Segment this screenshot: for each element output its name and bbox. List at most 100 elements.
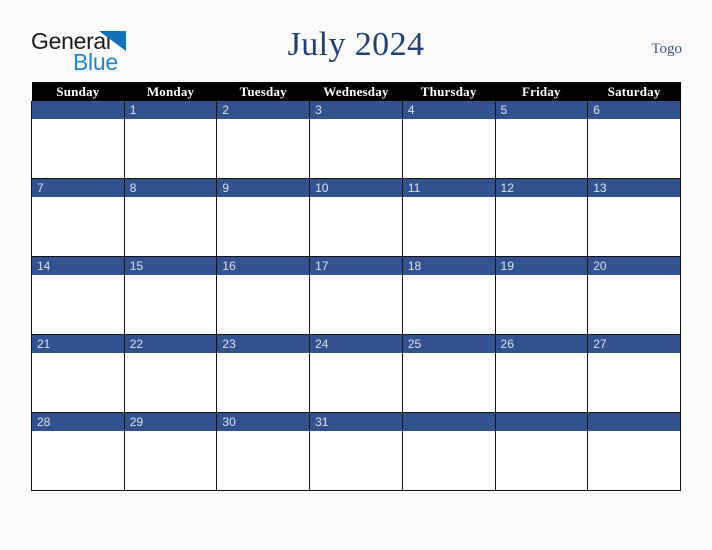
calendar-day-cell[interactable] (401, 412, 496, 491)
day-notes-area[interactable] (32, 275, 124, 334)
day-number: 9 (217, 179, 310, 197)
calendar-day-cell[interactable] (587, 412, 681, 491)
calendar-day-cell[interactable]: 28 (31, 412, 125, 491)
day-number: 6 (588, 101, 680, 119)
day-notes-area[interactable] (32, 353, 124, 412)
calendar-day-cell[interactable]: 7 (31, 178, 125, 257)
calendar-grid: Sunday Monday Tuesday Wednesday Thursday… (31, 82, 681, 491)
weekday-header-friday: Friday (495, 82, 588, 101)
day-number: 2 (217, 101, 310, 119)
day-notes-area[interactable] (402, 431, 495, 490)
day-notes-area[interactable] (32, 431, 124, 490)
calendar-day-cell[interactable]: 2 (216, 101, 311, 179)
calendar-day-cell[interactable]: 6 (587, 101, 681, 179)
day-notes-area[interactable] (217, 197, 310, 256)
day-notes-area[interactable] (495, 353, 588, 412)
day-notes-area[interactable] (217, 353, 310, 412)
day-number: 24 (310, 335, 402, 353)
calendar-day-cell[interactable]: 27 (587, 334, 681, 413)
day-notes-area[interactable] (32, 197, 124, 256)
calendar-day-cell[interactable] (494, 412, 589, 491)
day-notes-area[interactable] (588, 197, 680, 256)
day-number: 7 (32, 179, 124, 197)
day-notes-area[interactable] (217, 275, 310, 334)
day-notes-area[interactable] (495, 275, 588, 334)
calendar-day-cell[interactable]: 15 (123, 256, 218, 335)
weekday-header-row: Sunday Monday Tuesday Wednesday Thursday… (31, 82, 681, 101)
day-notes-area[interactable] (217, 431, 310, 490)
calendar-day-cell[interactable]: 5 (494, 101, 589, 179)
calendar-day-cell[interactable]: 10 (309, 178, 403, 257)
day-number (402, 413, 495, 431)
day-number: 10 (310, 179, 402, 197)
calendar-day-cell[interactable]: 8 (123, 178, 218, 257)
weekday-header-monday: Monday (124, 82, 217, 101)
day-number: 26 (495, 335, 588, 353)
day-number: 12 (495, 179, 588, 197)
day-notes-area[interactable] (402, 353, 495, 412)
calendar-page: General Blue July 2024 Togo Sunday Monda… (0, 0, 712, 550)
calendar-day-cell[interactable]: 23 (216, 334, 311, 413)
calendar-day-cell[interactable]: 22 (123, 334, 218, 413)
day-notes-area[interactable] (495, 197, 588, 256)
calendar-day-cell[interactable]: 3 (309, 101, 403, 179)
day-number: 22 (124, 335, 217, 353)
calendar-day-cell[interactable]: 21 (31, 334, 125, 413)
day-notes-area[interactable] (124, 431, 217, 490)
day-notes-area[interactable] (588, 431, 680, 490)
day-number: 1 (124, 101, 217, 119)
day-notes-area[interactable] (588, 119, 680, 178)
day-number: 25 (402, 335, 495, 353)
calendar-day-cell[interactable]: 25 (401, 334, 496, 413)
day-notes-area[interactable] (310, 353, 402, 412)
weekday-header-thursday: Thursday (402, 82, 496, 101)
day-notes-area[interactable] (402, 275, 495, 334)
day-number: 30 (217, 413, 310, 431)
calendar-day-cell[interactable]: 20 (587, 256, 681, 335)
day-number: 15 (124, 257, 217, 275)
day-notes-area[interactable] (495, 431, 588, 490)
page-title: July 2024 (287, 26, 425, 63)
day-notes-area[interactable] (310, 119, 402, 178)
day-number: 11 (402, 179, 495, 197)
calendar-day-cell[interactable] (31, 101, 125, 179)
day-notes-area[interactable] (124, 119, 217, 178)
day-number: 19 (495, 257, 588, 275)
calendar-week-row: 7 8 9 10 11 12 13 (31, 178, 681, 257)
day-number: 3 (310, 101, 402, 119)
day-notes-area[interactable] (124, 353, 217, 412)
calendar-day-cell[interactable]: 1 (123, 101, 218, 179)
day-notes-area[interactable] (32, 119, 124, 178)
calendar-day-cell[interactable]: 12 (494, 178, 589, 257)
calendar-day-cell[interactable]: 11 (401, 178, 496, 257)
day-notes-area[interactable] (310, 275, 402, 334)
calendar-day-cell[interactable]: 19 (494, 256, 589, 335)
day-notes-area[interactable] (310, 197, 402, 256)
calendar-day-cell[interactable]: 29 (123, 412, 218, 491)
weekday-header-wednesday: Wednesday (309, 82, 403, 101)
day-number: 8 (124, 179, 217, 197)
calendar-day-cell[interactable]: 31 (309, 412, 403, 491)
calendar-day-cell[interactable]: 9 (216, 178, 311, 257)
calendar-day-cell[interactable]: 4 (401, 101, 496, 179)
page-header: General Blue July 2024 Togo (0, 22, 712, 74)
day-notes-area[interactable] (588, 353, 680, 412)
weekday-header-tuesday: Tuesday (216, 82, 310, 101)
day-number: 4 (402, 101, 495, 119)
day-notes-area[interactable] (310, 431, 402, 490)
calendar-day-cell[interactable]: 13 (587, 178, 681, 257)
calendar-day-cell[interactable]: 14 (31, 256, 125, 335)
day-notes-area[interactable] (402, 197, 495, 256)
day-notes-area[interactable] (124, 275, 217, 334)
calendar-day-cell[interactable]: 30 (216, 412, 311, 491)
day-notes-area[interactable] (124, 197, 217, 256)
calendar-day-cell[interactable]: 16 (216, 256, 311, 335)
day-notes-area[interactable] (217, 119, 310, 178)
day-notes-area[interactable] (495, 119, 588, 178)
calendar-day-cell[interactable]: 18 (401, 256, 496, 335)
calendar-day-cell[interactable]: 24 (309, 334, 403, 413)
calendar-day-cell[interactable]: 17 (309, 256, 403, 335)
day-notes-area[interactable] (588, 275, 680, 334)
calendar-day-cell[interactable]: 26 (494, 334, 589, 413)
day-notes-area[interactable] (402, 119, 495, 178)
